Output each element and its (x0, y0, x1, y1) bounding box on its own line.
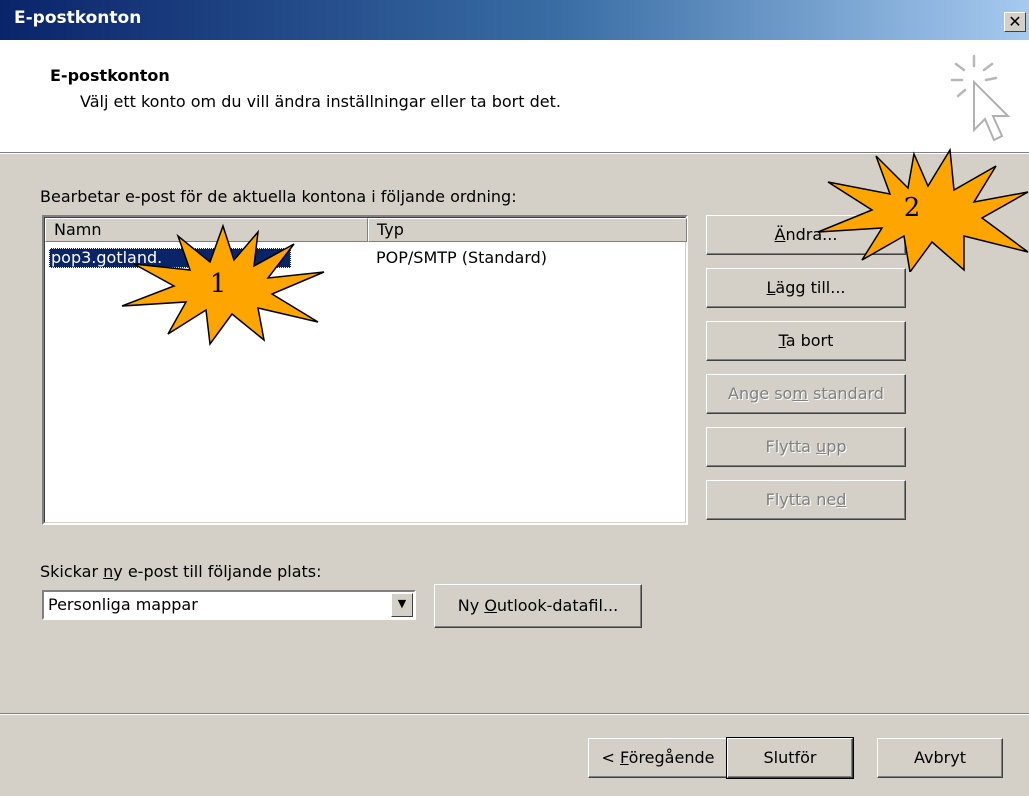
header-title: E-postkonton (50, 66, 170, 85)
header-subtitle: Välj ett konto om du vill ändra inställn… (80, 92, 561, 111)
footer-divider-highlight (0, 714, 1029, 715)
annotation-star-shape (817, 148, 1029, 272)
window-title: E-postkonton (14, 8, 142, 28)
title-bar (0, 0, 1029, 40)
move-up-button[interactable]: Flytta upp (706, 427, 906, 467)
delivery-location-value: Personliga mappar (48, 595, 198, 614)
add-button[interactable]: Lägg till... (706, 268, 906, 308)
back-button[interactable]: < Föregående (588, 738, 728, 778)
accounts-label: Bearbetar e-post för de aktuella kontona… (40, 187, 517, 206)
remove-button[interactable]: Ta bort (706, 321, 906, 361)
annotation-star-2: 2 (817, 148, 1029, 272)
chevron-down-icon[interactable]: ▼ (391, 593, 413, 617)
column-header-type[interactable]: Typ (368, 218, 687, 242)
sparkle-cursor-icon (950, 54, 1011, 142)
close-icon: ✕ (1008, 12, 1022, 31)
annotation-label-2: 2 (904, 193, 921, 223)
move-down-button[interactable]: Flytta ned (706, 480, 906, 520)
close-button[interactable]: ✕ (1004, 12, 1026, 32)
annotation-label-1: 1 (210, 269, 227, 299)
cancel-button[interactable]: Avbryt (877, 738, 1003, 778)
new-outlook-data-file-button[interactable]: Ny Outlook-datafil... (434, 584, 642, 628)
finish-button[interactable]: Slutför (726, 737, 854, 779)
set-default-button[interactable]: Ange som standard (706, 374, 906, 414)
annotation-star-1: 1 (121, 223, 325, 346)
delivery-location-select[interactable]: Personliga mappar ▼ (42, 590, 416, 620)
delivery-location-label: Skickar ny e-post till följande plats: (40, 562, 322, 581)
account-row-type[interactable]: POP/SMTP (Standard) (376, 248, 547, 268)
